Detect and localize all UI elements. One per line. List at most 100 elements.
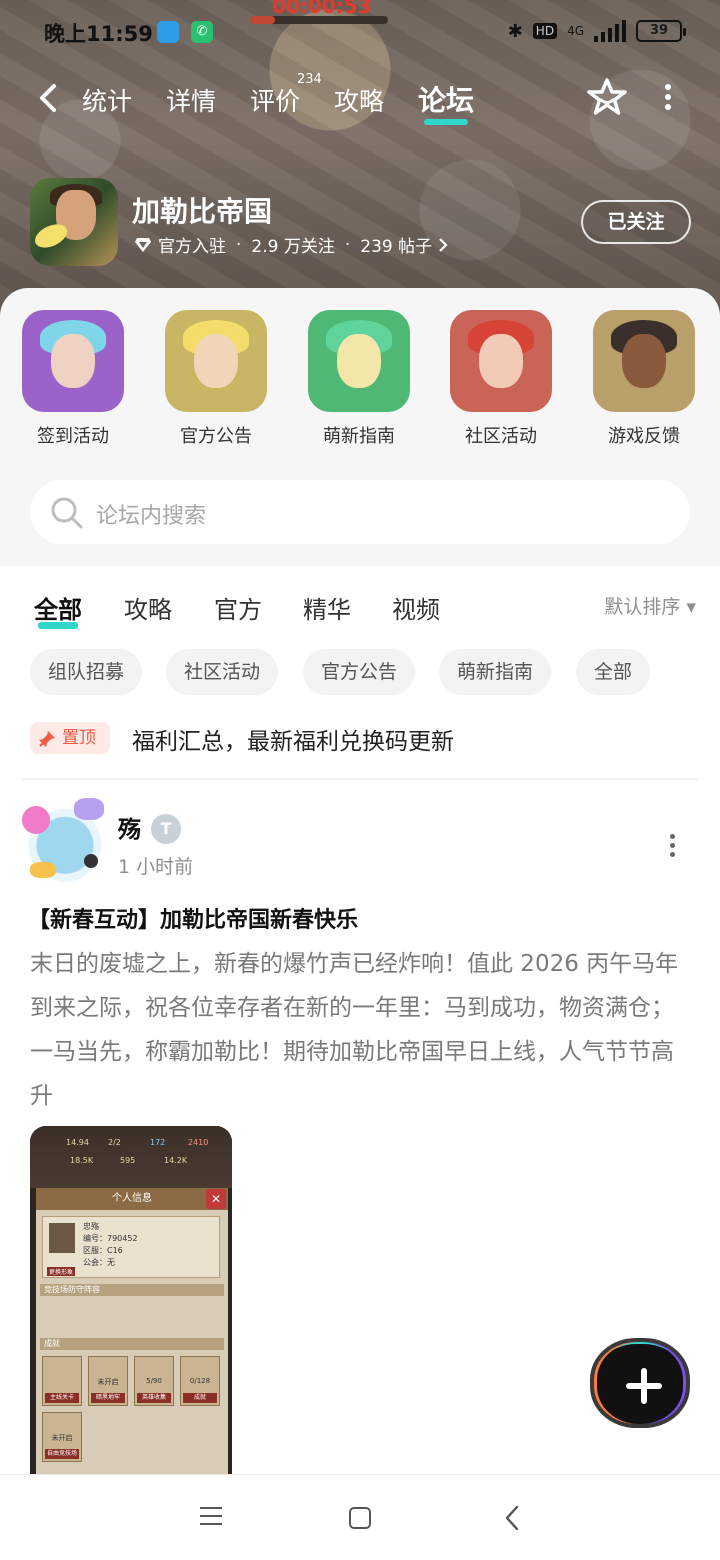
achievement-value: 未开启 — [51, 1434, 73, 1442]
new-post-button[interactable] — [590, 1338, 690, 1428]
stat: 2/2 — [108, 1138, 121, 1147]
signal-icon — [594, 20, 626, 42]
achievement-label: 成就 — [183, 1393, 217, 1403]
user-level-badge-icon: T — [151, 814, 181, 844]
category-image — [450, 310, 552, 412]
avatar — [49, 1223, 75, 1253]
category-beginner-guide[interactable]: 萌新指南 — [308, 310, 410, 448]
separator-dot: · — [344, 234, 351, 255]
post-title[interactable]: 【新春互动】加勒比帝国新春快乐 — [28, 902, 358, 934]
category-label: 官方公告 — [180, 426, 252, 447]
close-icon: ✕ — [206, 1189, 226, 1209]
screenshot-profile-card: 忠殇 编号：790452 区服：C16 公会：无 更换形象 — [42, 1216, 220, 1278]
category-label: 签到活动 — [37, 426, 109, 447]
category-image — [165, 310, 267, 412]
diamond-icon — [135, 237, 151, 252]
feed-tab-videos[interactable]: 视频 — [392, 590, 440, 625]
recent-apps-icon[interactable] — [200, 1507, 222, 1527]
chip-team-recruit[interactable]: 组队招募 — [30, 649, 143, 695]
status-bar: 晚上11:59 ✆ 00:00:53 ✱ HD 4G 39 — [0, 0, 720, 66]
more-options-icon[interactable] — [656, 80, 680, 116]
category-image — [308, 310, 410, 412]
follow-button[interactable]: 已关注 — [581, 200, 691, 244]
battery-icon: 39 — [636, 20, 686, 42]
tab-details[interactable]: 详情 — [166, 82, 216, 118]
category-feedback[interactable]: 游戏反馈 — [593, 310, 695, 448]
achievement-value: 5/90 — [146, 1377, 162, 1385]
achievement-label: 暗黑地牢 — [91, 1393, 125, 1403]
status-time: 晚上11:59 — [44, 22, 153, 46]
tab-reviews[interactable]: 评价 — [250, 82, 300, 118]
posts-count: 239 帖子 — [360, 237, 433, 257]
feed-tab-all[interactable]: 全部 — [34, 590, 82, 629]
chip-announcements[interactable]: 官方公告 — [303, 649, 416, 695]
forum-categories-panel: 签到活动 官方公告 萌新指南 社区活动 游戏反馈 论坛内搜索 — [0, 288, 720, 566]
tab-forum[interactable]: 论坛 — [418, 79, 474, 125]
pinned-post-title: 福利汇总，最新福利兑换码更新 — [132, 729, 454, 755]
achievement-box: 主线关卡 — [42, 1356, 82, 1406]
post-username[interactable]: 殇 — [118, 810, 141, 844]
pinned-badge-label: 置顶 — [62, 728, 96, 748]
screenshot-button: 更换形象 — [47, 1267, 76, 1276]
achievement-box: 0/128 成就 — [180, 1356, 220, 1406]
screenshot-arena: 竞技场防守阵容 — [40, 1284, 224, 1296]
game-screenshot-panel: 个人信息 ✕ 忠殇 编号：790452 区服：C16 公会：无 更换形象 竞技场… — [36, 1188, 228, 1474]
post-more-icon[interactable] — [664, 830, 680, 860]
hd-icon: HD — [532, 23, 558, 39]
sort-dropdown[interactable]: 默认排序 ▾ — [604, 592, 696, 619]
category-label: 游戏反馈 — [608, 426, 680, 447]
achievement-label: 主线关卡 — [45, 1393, 79, 1403]
category-community-events[interactable]: 社区活动 — [450, 310, 552, 448]
category-label: 社区活动 — [465, 426, 537, 447]
post-image[interactable]: 14.94 2/2 172 18.5K 595 14.2K 2410 个人信息 … — [30, 1126, 232, 1474]
chip-all[interactable]: 全部 — [576, 649, 651, 695]
stat: 14.94 — [66, 1138, 89, 1147]
phone-icon: ✆ — [191, 21, 213, 43]
tab-stats[interactable]: 统计 — [82, 82, 132, 118]
plus-icon — [641, 1368, 647, 1404]
official-label: 官方入驻 — [158, 237, 226, 257]
category-image — [22, 310, 124, 412]
achievement-box: 未开启 自由竞技场 — [42, 1412, 82, 1462]
chip-community-events[interactable]: 社区活动 — [166, 649, 279, 695]
avatar[interactable] — [22, 798, 108, 884]
pinned-post[interactable]: 置顶 福利汇总，最新福利兑换码更新 — [30, 720, 690, 760]
feed-tab-featured[interactable]: 精华 — [303, 590, 351, 625]
screenshot-id: 编号：790452 — [83, 1234, 138, 1243]
game-icon[interactable] — [30, 178, 118, 266]
pin-icon — [39, 731, 55, 747]
tab-guides[interactable]: 攻略 — [334, 82, 384, 118]
home-icon[interactable] — [349, 1507, 371, 1529]
favorite-star-icon[interactable] — [586, 76, 628, 118]
achievement-value: 0/128 — [189, 1377, 211, 1385]
divider — [22, 778, 698, 780]
search-icon — [51, 497, 83, 529]
screenshot-header: 个人信息 — [36, 1188, 228, 1210]
separator-dot: · — [236, 234, 242, 255]
post-body[interactable]: 末日的废墟之上，新春的爆竹声已经炸响！值此 2026 丙午马年到来之际，祝各位幸… — [30, 942, 696, 1118]
status-indicators: ✱ HD 4G 39 — [507, 20, 686, 42]
screenshot-server: 区服：C16 — [83, 1246, 123, 1255]
forum-search-input[interactable]: 论坛内搜索 — [30, 480, 690, 544]
game-meta[interactable]: 官方入驻 · 2.9 万关注 · 239 帖子 — [134, 232, 448, 257]
category-announcements[interactable]: 官方公告 — [165, 310, 267, 448]
post-timestamp: 1 小时前 — [118, 856, 194, 878]
system-back-icon[interactable] — [504, 1505, 520, 1531]
game-name: 加勒比帝国 — [132, 195, 273, 228]
top-nav: 统计 详情 评价 234 攻略 论坛 — [0, 66, 720, 132]
back-arrow-icon[interactable] — [34, 80, 62, 116]
chip-beginner-guide[interactable]: 萌新指南 — [439, 649, 552, 695]
review-count: 234 — [297, 72, 322, 87]
forum-feed: 全部 攻略 官方 精华 视频 默认排序 ▾ 组队招募 社区活动 官方公告 萌新指… — [0, 566, 720, 1474]
achievement-value: 未开启 — [97, 1378, 119, 1386]
screenshot-name: 忠殇 — [83, 1222, 99, 1231]
system-navigation-bar — [0, 1474, 720, 1560]
bluetooth-icon: ✱ — [507, 20, 523, 42]
category-checkin[interactable]: 签到活动 — [22, 310, 124, 448]
feed-tab-guides[interactable]: 攻略 — [124, 590, 172, 625]
screenshot-guild: 公会：无 — [83, 1258, 115, 1267]
achievement-box: 未开启 暗黑地牢 — [88, 1356, 128, 1406]
search-placeholder: 论坛内搜索 — [96, 504, 207, 529]
feed-tab-official[interactable]: 官方 — [214, 590, 262, 625]
stat: 14.2K — [164, 1156, 188, 1165]
